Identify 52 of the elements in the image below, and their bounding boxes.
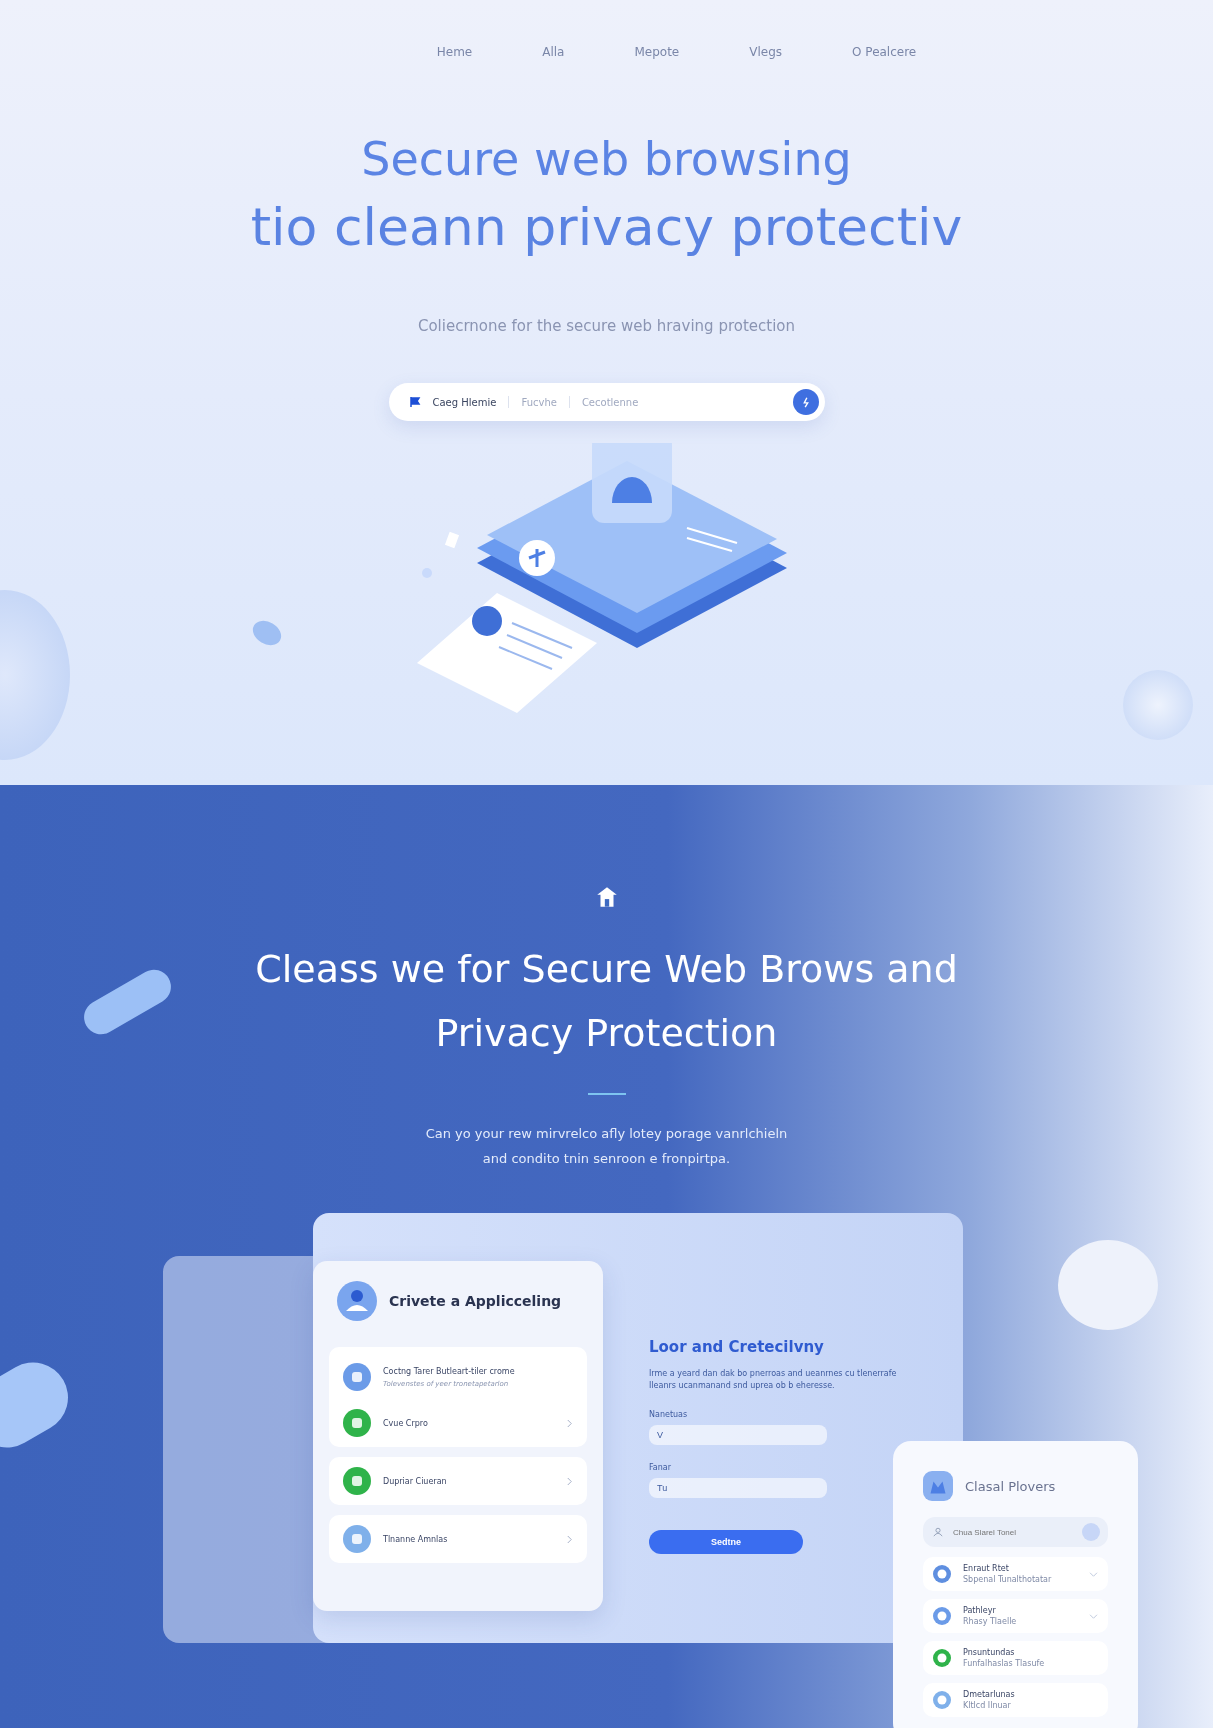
search-hint-text: Cecotlenne	[581, 396, 639, 408]
submit-button[interactable]: Sedtne	[649, 1530, 803, 1554]
app-icon	[343, 1363, 371, 1391]
item-title: Cvue Crpro	[383, 1418, 429, 1428]
app-icon	[343, 1525, 371, 1553]
search-hint-text: Caeg Hlemie	[432, 396, 497, 408]
field-label: Fanar	[649, 1463, 673, 1472]
item-title: Pathleyr	[963, 1606, 997, 1615]
card-title: Clasal Plovers	[965, 1478, 1056, 1494]
card-title: Crivete a Applicceling	[389, 1293, 562, 1309]
search-hint-text: Fucvhe	[521, 396, 557, 408]
flag-icon	[408, 396, 421, 408]
item-title: Coctng Tarer Butleart-tiler crome	[383, 1366, 515, 1376]
list-item[interactable]: Enraut Rtet Sbpenal Tunalthotatar	[923, 1557, 1108, 1591]
section-title: Cleass we for Secure Web Brows and	[255, 946, 958, 993]
list-item[interactable]: Pnsuntundas Funfalhaslas Tlasufe	[923, 1641, 1108, 1675]
input-field[interactable]: V	[649, 1425, 827, 1445]
hero-title: tio cleann privacy protectiv	[250, 196, 963, 259]
chevron-icon	[566, 1418, 573, 1428]
search-field[interactable]: Chua Slarel Tonel	[923, 1517, 1108, 1547]
app-icon	[933, 1565, 951, 1583]
list-item[interactable]: Dupriar Ciueran	[343, 1461, 573, 1501]
search-button[interactable]	[792, 389, 819, 415]
item-subtitle: Sbpenal Tunalthotatar	[963, 1575, 1053, 1584]
hero-subtitle: Coliecrnone for the secure web hraving protection	[417, 317, 796, 335]
field-label: Nanetuas	[649, 1410, 689, 1419]
item-title: Pnsuntundas	[963, 1648, 1016, 1657]
section-text: Can yo your rew mirvrelco afly lotey porage vanrlchieln and condito tnin senroon e fronpirtpa.	[425, 1125, 788, 1168]
input-field[interactable]: Tu	[649, 1478, 827, 1498]
item-subtitle: Kltlcd Ilnuar	[963, 1701, 1012, 1710]
list-item[interactable]: Tlnanne Amnlas	[343, 1519, 573, 1559]
list-item[interactable]: Pathleyr Rhasy Tlaelle	[923, 1599, 1108, 1633]
form-description: Irme a yeard dan dak bo pnerroas and ueanrnes cu tlenerrafe Ileanrs ucanmanand snd uprea ob b eheresse.	[649, 1368, 898, 1392]
search-bar[interactable]: Caeg Hlemie Fucvhe Cecotlenne	[388, 383, 825, 421]
item-title: Tlnanne Amnlas	[383, 1534, 449, 1544]
form-title: Loor and Cretecilvny	[649, 1338, 825, 1356]
chevron-icon	[566, 1476, 573, 1486]
list-item[interactable]: Dmetarlunas Kltlcd Ilnuar	[923, 1683, 1108, 1717]
list-item[interactable]: Cvue Crpro	[343, 1403, 573, 1443]
section-title: Privacy Protection	[435, 1010, 778, 1057]
chevron-icon	[566, 1534, 573, 1544]
app-icon	[343, 1467, 371, 1495]
item-title: Enraut Rtet	[963, 1564, 1010, 1573]
app-icon	[933, 1649, 951, 1667]
item-title: Dmetarlunas	[963, 1690, 1016, 1699]
item-subtitle: Funfalhaslas Tlasufe	[963, 1659, 1046, 1668]
item-title: Dupriar Ciueran	[383, 1476, 448, 1486]
app-icon	[933, 1607, 951, 1625]
app-icon	[933, 1691, 951, 1709]
app-icon	[343, 1409, 371, 1437]
item-subtitle: Rhasy Tlaelle	[963, 1617, 1018, 1626]
hero-title: Secure web browsing	[361, 131, 852, 188]
